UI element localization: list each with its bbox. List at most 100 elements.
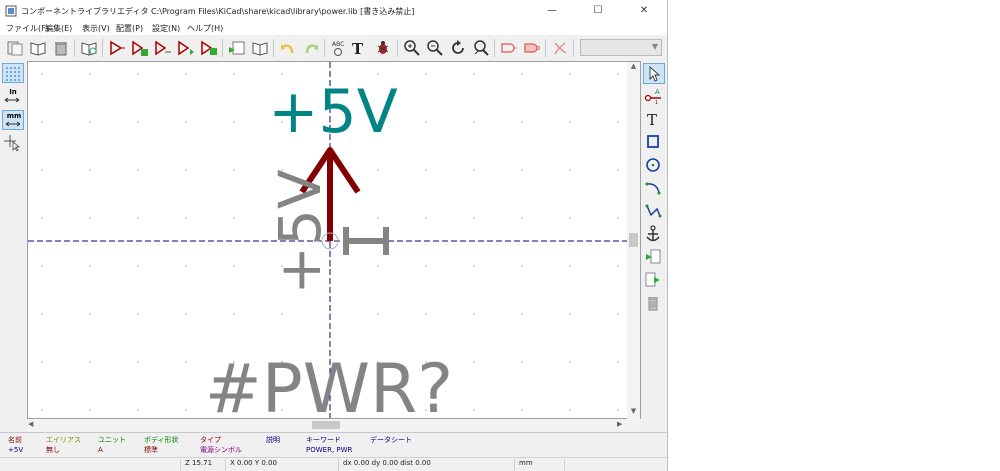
select-arrow-icon[interactable] bbox=[643, 63, 665, 84]
grid-dot bbox=[473, 169, 475, 171]
show-datasheet-icon[interactable] bbox=[250, 38, 270, 58]
load-lib-icon[interactable] bbox=[227, 38, 247, 58]
spellcheck-icon[interactable]: ABC bbox=[329, 38, 349, 58]
value-field-text[interactable]: +5V bbox=[268, 77, 398, 147]
info-col-name: 名前 +5V bbox=[8, 435, 23, 455]
part-select-dropdown[interactable]: ▼ bbox=[580, 39, 662, 56]
inch-units-icon[interactable]: In bbox=[2, 87, 24, 107]
grid-dot bbox=[137, 313, 139, 315]
maximize-button[interactable]: ☐ bbox=[575, 0, 621, 22]
add-circle-icon[interactable] bbox=[643, 155, 665, 176]
library-browser-icon[interactable] bbox=[79, 38, 99, 58]
add-pin-icon[interactable]: A1 bbox=[643, 86, 665, 107]
add-arc-icon[interactable] bbox=[643, 178, 665, 199]
save-part-icon[interactable] bbox=[130, 38, 150, 58]
zoom-fit-icon[interactable] bbox=[471, 38, 491, 58]
new-part-icon[interactable] bbox=[107, 38, 127, 58]
pdf-icon[interactable] bbox=[550, 38, 570, 58]
menu-help[interactable]: ヘルプ(H) bbox=[187, 23, 223, 34]
pin-number-1-glyph bbox=[343, 227, 389, 255]
scroll-right-arrow-icon[interactable]: ▶ bbox=[617, 420, 627, 430]
toolbar-separator bbox=[545, 39, 546, 57]
export-part-icon[interactable] bbox=[176, 38, 196, 58]
info-col-keywords-value: POWER, PWR bbox=[306, 446, 353, 454]
horizontal-scrollbar[interactable]: ◀ ▶ bbox=[27, 419, 641, 431]
mm-units-icon[interactable]: mm bbox=[2, 110, 24, 130]
reference-field-text[interactable]: #PWR? bbox=[205, 350, 454, 418]
vertical-scroll-thumb[interactable] bbox=[629, 233, 638, 247]
open-library-icon[interactable] bbox=[28, 38, 48, 58]
add-rectangle-icon[interactable] bbox=[643, 132, 665, 153]
menu-preferences[interactable]: 設定(N) bbox=[152, 23, 180, 34]
zoom-redraw-icon[interactable] bbox=[448, 38, 468, 58]
new-library-icon[interactable] bbox=[5, 38, 25, 58]
add-polyline-icon[interactable] bbox=[643, 201, 665, 222]
grid-dot bbox=[41, 313, 43, 315]
grid-dot bbox=[89, 217, 91, 219]
toolbar-separator bbox=[494, 39, 495, 57]
drawing-canvas[interactable]: 1 +5V +5V #PWR? bbox=[27, 61, 641, 419]
grid-dot bbox=[521, 409, 523, 411]
grid-dot bbox=[233, 313, 235, 315]
grid-dot bbox=[41, 361, 43, 363]
grid-dot bbox=[41, 409, 43, 411]
info-col-unit-header: ユニット bbox=[98, 436, 126, 444]
redo-icon[interactable] bbox=[301, 38, 321, 58]
grid-dot bbox=[569, 361, 571, 363]
cursor-shape-icon[interactable] bbox=[2, 133, 24, 153]
anchor-icon[interactable] bbox=[643, 224, 665, 245]
scroll-left-arrow-icon[interactable]: ◀ bbox=[28, 420, 38, 430]
grid-dot bbox=[569, 73, 571, 75]
bug-icon[interactable] bbox=[373, 38, 393, 58]
title-bar[interactable]: コンポーネントライブラリエディタ C:\Program Files\KiCad\… bbox=[0, 0, 667, 22]
import-part-icon[interactable] bbox=[153, 38, 173, 58]
grid-dot bbox=[41, 121, 43, 123]
zoom-out-icon[interactable] bbox=[425, 38, 445, 58]
menu-edit[interactable]: 編集(E) bbox=[45, 23, 72, 34]
grid-dot bbox=[137, 73, 139, 75]
info-col-description-header: 説明 bbox=[266, 436, 280, 444]
scroll-down-arrow-icon[interactable]: ▼ bbox=[628, 407, 639, 418]
close-button[interactable]: ✕ bbox=[621, 0, 667, 22]
grid-dot bbox=[137, 361, 139, 363]
info-col-description: 説明 bbox=[266, 435, 280, 445]
info-col-keywords-header: キーワード bbox=[306, 436, 341, 444]
grid-dot bbox=[569, 169, 571, 171]
grid-dot bbox=[377, 169, 379, 171]
import-graphic-icon[interactable] bbox=[643, 247, 665, 268]
schematic-drawing[interactable]: 1 +5V +5V #PWR? bbox=[28, 62, 640, 418]
grid-dot bbox=[137, 409, 139, 411]
grid-dot bbox=[89, 409, 91, 411]
delete-item-icon[interactable] bbox=[643, 293, 665, 314]
show-deMorgan-icon[interactable] bbox=[522, 38, 542, 58]
menu-file[interactable]: ファイル(F) bbox=[6, 23, 49, 34]
grid-dot bbox=[617, 361, 619, 363]
mm-units-label: mm bbox=[6, 112, 22, 120]
add-text-icon[interactable]: T bbox=[643, 109, 665, 130]
grid-dot bbox=[185, 169, 187, 171]
show-body-icon[interactable] bbox=[499, 38, 519, 58]
text-icon[interactable]: T bbox=[348, 38, 368, 58]
menu-place[interactable]: 配置(P) bbox=[116, 23, 143, 34]
menu-view[interactable]: 表示(V) bbox=[82, 23, 110, 34]
undo-icon[interactable] bbox=[278, 38, 298, 58]
delete-library-icon[interactable] bbox=[51, 38, 71, 58]
vertical-scrollbar[interactable]: ▲ ▼ bbox=[627, 62, 640, 419]
minimize-button[interactable]: — bbox=[529, 0, 575, 22]
grid-dot bbox=[233, 265, 235, 267]
rotated-value-field-text[interactable]: +5V bbox=[266, 169, 334, 294]
grid-dot bbox=[617, 217, 619, 219]
grid-icon[interactable] bbox=[2, 63, 24, 83]
grid-dot bbox=[41, 265, 43, 267]
horizontal-scroll-thumb[interactable] bbox=[312, 421, 340, 429]
info-col-unit: ユニット A bbox=[98, 435, 126, 455]
info-col-datasheet: データシート bbox=[370, 435, 412, 445]
grid-dot bbox=[185, 313, 187, 315]
scroll-up-arrow-icon[interactable]: ▲ bbox=[628, 62, 639, 73]
export-graphic-icon[interactable] bbox=[643, 270, 665, 291]
grid-dot bbox=[521, 217, 523, 219]
create-lib-icon[interactable] bbox=[199, 38, 219, 58]
info-col-alias-header: エイリアス bbox=[46, 436, 81, 444]
zoom-in-icon[interactable] bbox=[402, 38, 422, 58]
toolbar-separator bbox=[102, 39, 103, 57]
